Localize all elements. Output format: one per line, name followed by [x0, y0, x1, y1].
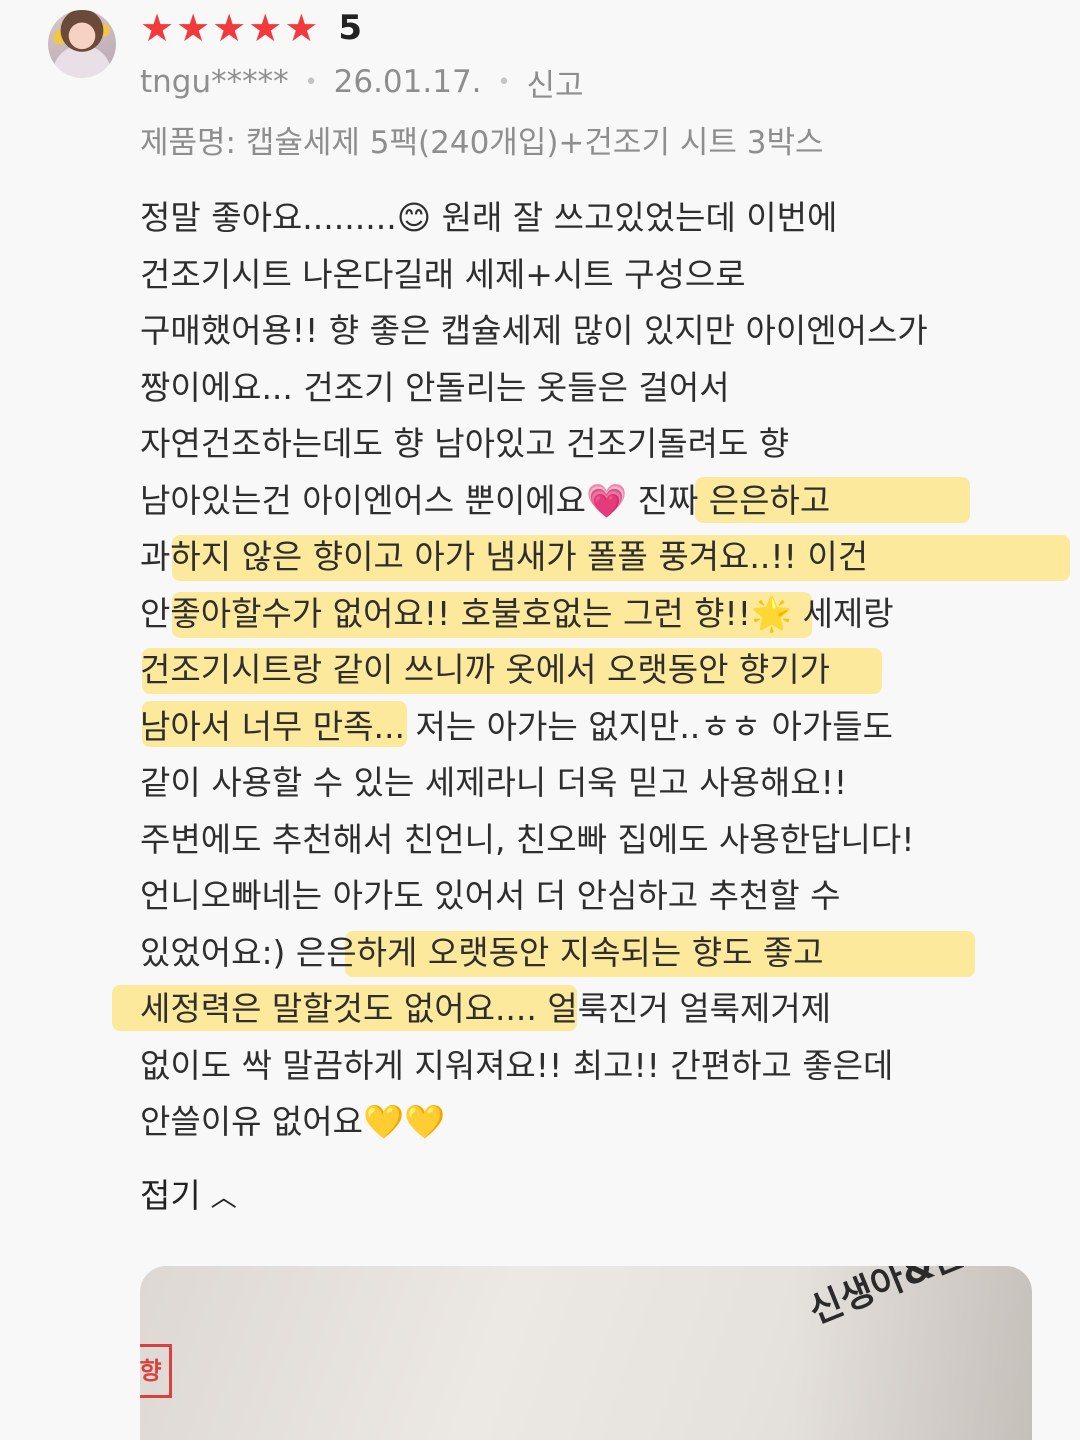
collapse-button[interactable]: 접기 ︿: [140, 1168, 237, 1218]
review-line-text: 세정력은 말할것도 없어요.... 얼룩진거 얼룩제거제: [140, 989, 832, 1028]
rating-row: ★ ★ ★ ★ ★ 5: [140, 8, 362, 48]
review-line: 없이도 싹 말끔하게 지워져요!! 최고!! 간편하고 좋은데: [140, 1038, 1060, 1095]
review-line: 건조기시트랑 같이 쓰니까 옷에서 오랫동안 향기가: [140, 642, 1060, 699]
star-icon: ★: [176, 6, 211, 50]
review-line: 짱이에요... 건조기 안돌리는 옷들은 걸어서: [140, 360, 1060, 417]
review-photo[interactable]: 향 신생아&온가족 민감: [140, 1266, 1032, 1440]
review-line-text: 주변에도 추천해서 친언니, 친오빠 집에도 사용한답니다!: [140, 819, 915, 859]
review-line-text: 언니오빠네는 아가도 있어서 더 안심하고 추천할 수: [140, 876, 841, 915]
review-line-text: 정말 좋아요.........😊 원래 잘 쓰고있었는데 이번에: [140, 198, 838, 237]
review-body: 정말 좋아요.........😊 원래 잘 쓰고있었는데 이번에 건조기시트 나…: [112, 190, 1070, 1151]
review-line-text: 있었어요:) 은은하게 오랫동안 지속되는 향도 좋고: [140, 932, 824, 972]
review-line-text: 과하지 않은 향이고 아가 냄새가 폴폴 풍겨요..!! 이건: [140, 537, 869, 576]
review-line: 같이 사용할 수 있는 세제라니 더욱 믿고 사용해요!!: [140, 755, 1060, 812]
review-line-text: 남아서 너무 만족... 저는 아가는 없지만..ㅎㅎ 아가들도: [140, 706, 893, 746]
review-date: 26.01.17.: [333, 64, 482, 100]
separator-dot: •: [497, 69, 511, 95]
review-line: 안쓸이유 없어요💛💛: [140, 1094, 1060, 1151]
photo-package-tag: 향: [140, 1344, 172, 1398]
review-line: 언니오빠네는 아가도 있어서 더 안심하고 추천할 수: [140, 868, 1060, 925]
star-icon: ★: [248, 6, 283, 50]
review-line: 안좋아할수가 없어요!! 호불호없는 그런 향!!🌟 세제랑: [140, 586, 1060, 643]
review-line-text: 안쓸이유 없어요💛💛: [140, 1102, 446, 1141]
chevron-up-icon: ︿: [210, 1182, 237, 1213]
review-line-text: 안좋아할수가 없어요!! 호불호없는 그런 향!!🌟 세제랑: [140, 593, 894, 633]
review-line-text: 건조기시트 나온다길래 세제+시트 구성으로: [140, 254, 746, 294]
review-line-text: 구매했어용!! 향 좋은 캡슐세제 많이 있지만 아이엔어스가: [140, 311, 928, 350]
product-name: 제품명: 캡슐세제 5팩(240개입)+건조기 시트 3박스: [140, 125, 824, 161]
collapse-label: 접기: [140, 1176, 201, 1215]
review-line-text: 없이도 싹 말끔하게 지워져요!! 최고!! 간편하고 좋은데: [140, 1045, 894, 1085]
separator-dot: •: [304, 69, 318, 95]
author-name: tngu*****: [140, 64, 289, 100]
review-line-text: 같이 사용할 수 있는 세제라니 더욱 믿고 사용해요!!: [140, 763, 848, 802]
star-icon: ★: [140, 6, 175, 50]
rating-value: 5: [338, 8, 363, 48]
star-icon: ★: [284, 6, 319, 50]
review-line: 남아있는건 아이엔어스 뿐이에요💗 진짜 은은하고: [140, 473, 1060, 530]
review-line: 자연건조하는데도 향 남아있고 건조기돌려도 향: [140, 416, 1060, 473]
review-line: 구매했어용!! 향 좋은 캡슐세제 많이 있지만 아이엔어스가: [140, 303, 1060, 360]
review-line-text: 자연건조하는데도 향 남아있고 건조기돌려도 향: [140, 424, 790, 463]
star-icon: ★: [212, 6, 247, 50]
reviewer-avatar[interactable]: [48, 10, 116, 78]
star-rating: ★ ★ ★ ★ ★: [140, 8, 318, 48]
review-line: 정말 좋아요.........😊 원래 잘 쓰고있었는데 이번에: [140, 190, 1060, 247]
review-line: 남아서 너무 만족... 저는 아가는 없지만..ㅎㅎ 아가들도: [140, 699, 1060, 756]
review-line: 과하지 않은 향이고 아가 냄새가 폴폴 풍겨요..!! 이건: [140, 529, 1070, 586]
review-line-text: 남아있는건 아이엔어스 뿐이에요💗 진짜 은은하고: [140, 480, 831, 520]
review-meta: tngu***** • 26.01.17. • 신고: [140, 60, 584, 105]
review-line-text: 건조기시트랑 같이 쓰니까 옷에서 오랫동안 향기가: [140, 650, 831, 689]
review-line: 세정력은 말할것도 없어요.... 얼룩진거 얼룩제거제: [112, 981, 1060, 1038]
review-line: 주변에도 추천해서 친언니, 친오빠 집에도 사용한답니다!: [140, 812, 1060, 869]
review-line-text: 짱이에요... 건조기 안돌리는 옷들은 걸어서: [140, 367, 730, 407]
review-line: 있었어요:) 은은하게 오랫동안 지속되는 향도 좋고: [140, 925, 1060, 982]
report-link[interactable]: 신고: [527, 60, 584, 105]
review-line: 건조기시트 나온다길래 세제+시트 구성으로: [140, 247, 1060, 304]
